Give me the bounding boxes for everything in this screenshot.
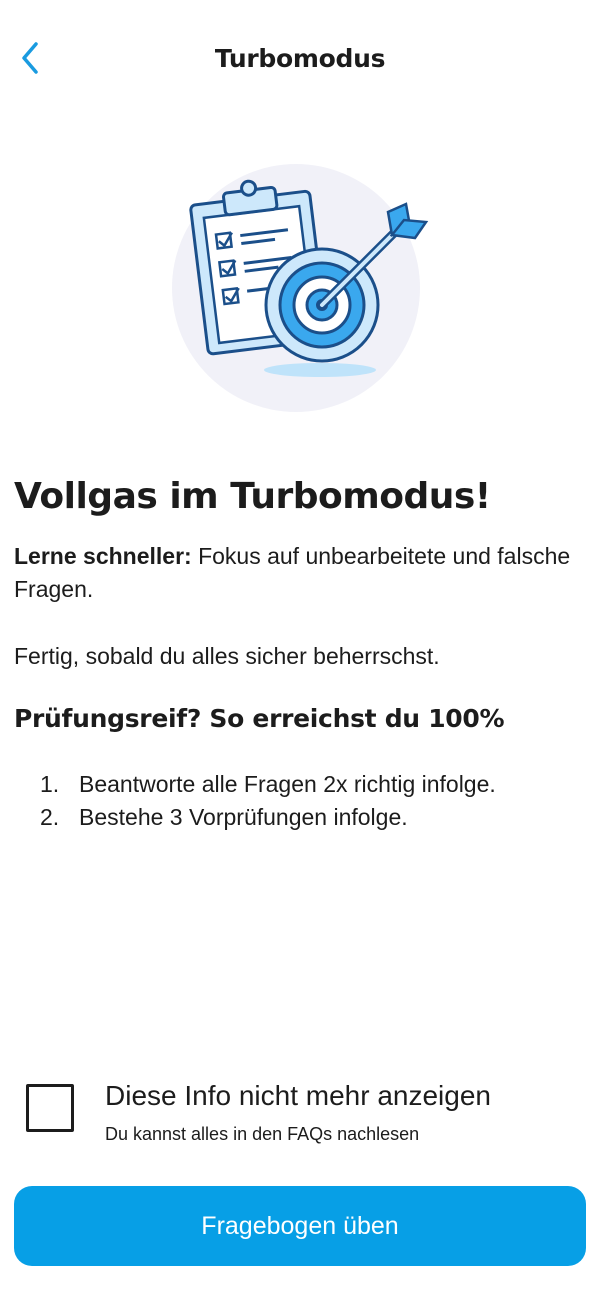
top-bar: Turbomodus — [0, 0, 600, 120]
step-number: 1. — [40, 771, 60, 797]
list-item: 2. Bestehe 3 Vorprüfungen infolge. — [40, 801, 590, 834]
steps-list: 1. Beantworte alle Fragen 2x richtig inf… — [40, 768, 590, 834]
intro-text: Lerne schneller: Fokus auf unbearbeitete… — [14, 540, 586, 606]
headline: Vollgas im Turbomodus! — [14, 476, 491, 517]
step-text: Beantworte alle Fragen 2x richtig infolg… — [79, 771, 496, 797]
clipboard-target-illustration — [170, 160, 432, 412]
dont-show-again-checkbox[interactable] — [26, 1084, 74, 1132]
step-number: 2. — [40, 804, 60, 830]
finish-text: Fertig, sobald du alles sicher beherrsch… — [14, 643, 440, 669]
page-title: Turbomodus — [214, 44, 386, 73]
step-text: Bestehe 3 Vorprüfungen infolge. — [79, 804, 408, 830]
practice-questionnaire-button[interactable]: Fragebogen üben — [14, 1186, 586, 1266]
dont-show-again-row[interactable]: Diese Info nicht mehr anzeigen Du kannst… — [26, 1080, 586, 1150]
checkbox-label[interactable]: Diese Info nicht mehr anzeigen — [105, 1080, 491, 1112]
intro-bold: Lerne schneller: — [14, 543, 192, 569]
list-item: 1. Beantworte alle Fragen 2x richtig inf… — [40, 768, 590, 801]
checkbox-sublabel: Du kannst alles in den FAQs nachlesen — [105, 1124, 420, 1144]
subheading: Prüfungsreif? So erreichst du 100% — [14, 704, 505, 733]
